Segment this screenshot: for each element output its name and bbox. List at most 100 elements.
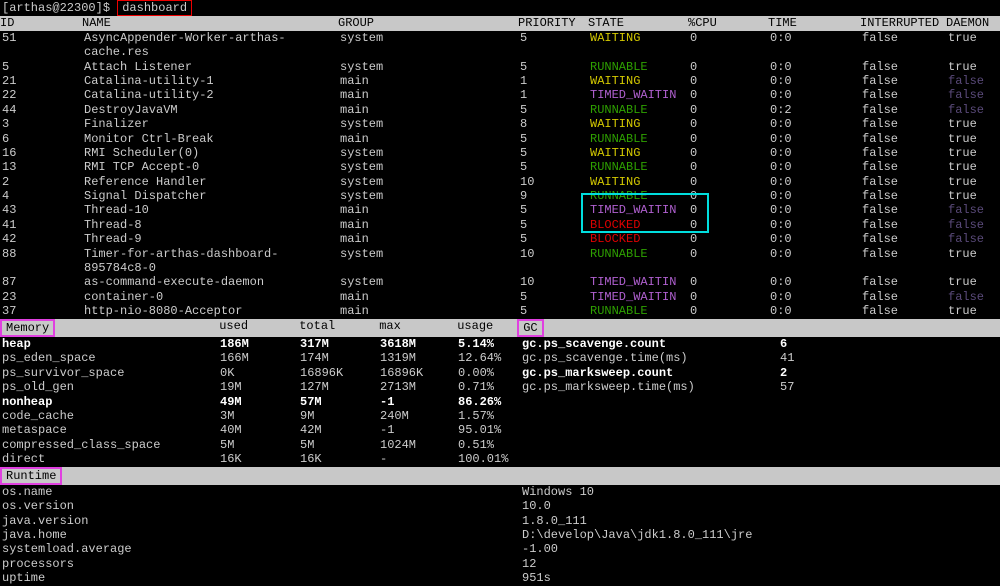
cell-interrupted: false (862, 218, 948, 232)
cell-priority: 5 (520, 203, 590, 217)
cell-mem-name: ps_eden_space (2, 351, 220, 365)
cell-daemon: true (948, 175, 998, 189)
table-row: 21Catalina-utility-1main1WAITING00:0fals… (0, 74, 1000, 88)
cell-priority: 5 (520, 132, 590, 146)
cell-daemon: false (948, 290, 998, 304)
cell-state: TIMED_WAITIN (590, 203, 690, 217)
cell-interrupted: false (862, 203, 948, 217)
table-row: os.version10.0 (0, 499, 1000, 513)
cell-priority: 5 (520, 103, 590, 117)
table-row: 51AsyncAppender-Worker-arthas-cache.ress… (0, 31, 1000, 60)
cell-mem-name: direct (2, 452, 220, 466)
cell-interrupted: false (862, 160, 948, 174)
cell-mem-name: heap (2, 337, 220, 351)
cell-state: RUNNABLE (590, 60, 690, 74)
cell-name: RMI Scheduler(0) (84, 146, 340, 160)
cell-name: http-nio-8080-Acceptor (84, 304, 340, 318)
cell-rt-val: 10.0 (522, 499, 998, 513)
table-row: 88Timer-for-arthas-dashboard-895784c8-0s… (0, 247, 1000, 276)
cell-mem-total: 42M (300, 423, 380, 437)
cell-group: system (340, 247, 520, 276)
runtime-section-label: Runtime (0, 467, 62, 485)
cell-cpu: 0 (690, 275, 770, 289)
col-header-interrupted: INTERRUPTED (860, 16, 946, 30)
cell-mem-usage: 12.64% (458, 351, 522, 365)
cell-daemon: false (948, 88, 998, 102)
cell-cpu: 0 (690, 218, 770, 232)
cell-mem-total: 57M (300, 395, 380, 409)
memory-section-label: Memory (0, 319, 55, 337)
mem-header-total: total (299, 319, 379, 337)
command-input[interactable]: dashboard (117, 0, 192, 16)
cell-time: 0:2 (770, 103, 862, 117)
cell-name: Finalizer (84, 117, 340, 131)
col-header-priority: PRIORITY (518, 16, 588, 30)
cell-name: Timer-for-arthas-dashboard-895784c8-0 (84, 247, 340, 276)
cell-interrupted: false (862, 117, 948, 131)
prompt-line: [arthas@22300]$ dashboard (0, 0, 1000, 16)
cell-mem-usage: 0.71% (458, 380, 522, 394)
cell-state: RUNNABLE (590, 132, 690, 146)
cell-mem-total: 317M (300, 337, 380, 351)
cell-cpu: 0 (690, 88, 770, 102)
cell-cpu: 0 (690, 60, 770, 74)
cell-state: RUNNABLE (590, 103, 690, 117)
cell-priority: 1 (520, 74, 590, 88)
table-row: 22Catalina-utility-2main1TIMED_WAITIN00:… (0, 88, 1000, 102)
cell-daemon: false (948, 103, 998, 117)
col-header-state: STATE (588, 16, 688, 30)
table-row: processors12 (0, 557, 1000, 571)
col-header-time: TIME (768, 16, 860, 30)
cell-name: Thread-8 (84, 218, 340, 232)
cell-mem-name: nonheap (2, 395, 220, 409)
cell-cpu: 0 (690, 189, 770, 203)
cell-mem-total: 127M (300, 380, 380, 394)
cell-mem-used: 49M (220, 395, 300, 409)
cell-mem-max: 3618M (380, 337, 458, 351)
cell-time: 0:0 (770, 146, 862, 160)
cell-mem-usage: 86.26% (458, 395, 522, 409)
col-header-group: GROUP (338, 16, 518, 30)
cell-mem-total: 9M (300, 409, 380, 423)
cell-rt-key: java.version (2, 514, 522, 528)
cell-priority: 5 (520, 304, 590, 318)
cell-id: 13 (2, 160, 84, 174)
cell-time: 0:0 (770, 117, 862, 131)
cell-mem-used: 3M (220, 409, 300, 423)
cell-mem-usage: 100.01% (458, 452, 522, 466)
cell-mem-name: compressed_class_space (2, 438, 220, 452)
cell-rt-key: uptime (2, 571, 522, 585)
cell-time: 0:0 (770, 203, 862, 217)
cell-name: AsyncAppender-Worker-arthas-cache.res (84, 31, 340, 60)
cell-mem-max: 240M (380, 409, 458, 423)
cell-rt-key: os.version (2, 499, 522, 513)
cell-rt-key: processors (2, 557, 522, 571)
thread-table-header: ID NAME GROUP PRIORITY STATE %CPU TIME I… (0, 16, 1000, 30)
cell-id: 21 (2, 74, 84, 88)
cell-cpu: 0 (690, 132, 770, 146)
cell-mem-used: 166M (220, 351, 300, 365)
cell-id: 4 (2, 189, 84, 203)
cell-priority: 5 (520, 60, 590, 74)
cell-priority: 10 (520, 275, 590, 289)
cell-time: 0:0 (770, 218, 862, 232)
cell-interrupted: false (862, 88, 948, 102)
cell-cpu: 0 (690, 103, 770, 117)
cell-mem-max: 1024M (380, 438, 458, 452)
table-row: 23container-0main5TIMED_WAITIN00:0falsef… (0, 290, 1000, 304)
cell-state: WAITING (590, 31, 690, 60)
table-row: 42Thread-9main5BLOCKED00:0falsefalse (0, 232, 1000, 246)
cell-state: WAITING (590, 74, 690, 88)
table-row: 41Thread-8main5BLOCKED00:0falsefalse (0, 218, 1000, 232)
cell-time: 0:0 (770, 304, 862, 318)
table-row: compressed_class_space5M5M1024M0.51% (0, 438, 1000, 452)
table-row: 44DestroyJavaVMmain5RUNNABLE00:2falsefal… (0, 103, 1000, 117)
mem-header-usage: usage (457, 319, 517, 337)
cell-mem-name: code_cache (2, 409, 220, 423)
table-row: 2Reference Handlersystem10WAITING00:0fal… (0, 175, 1000, 189)
cell-rt-key: os.name (2, 485, 522, 499)
table-row: os.nameWindows 10 (0, 485, 1000, 499)
table-row: 13RMI TCP Accept-0system5RUNNABLE00:0fal… (0, 160, 1000, 174)
runtime-header: Runtime (0, 467, 1000, 485)
cell-group: main (340, 232, 520, 246)
